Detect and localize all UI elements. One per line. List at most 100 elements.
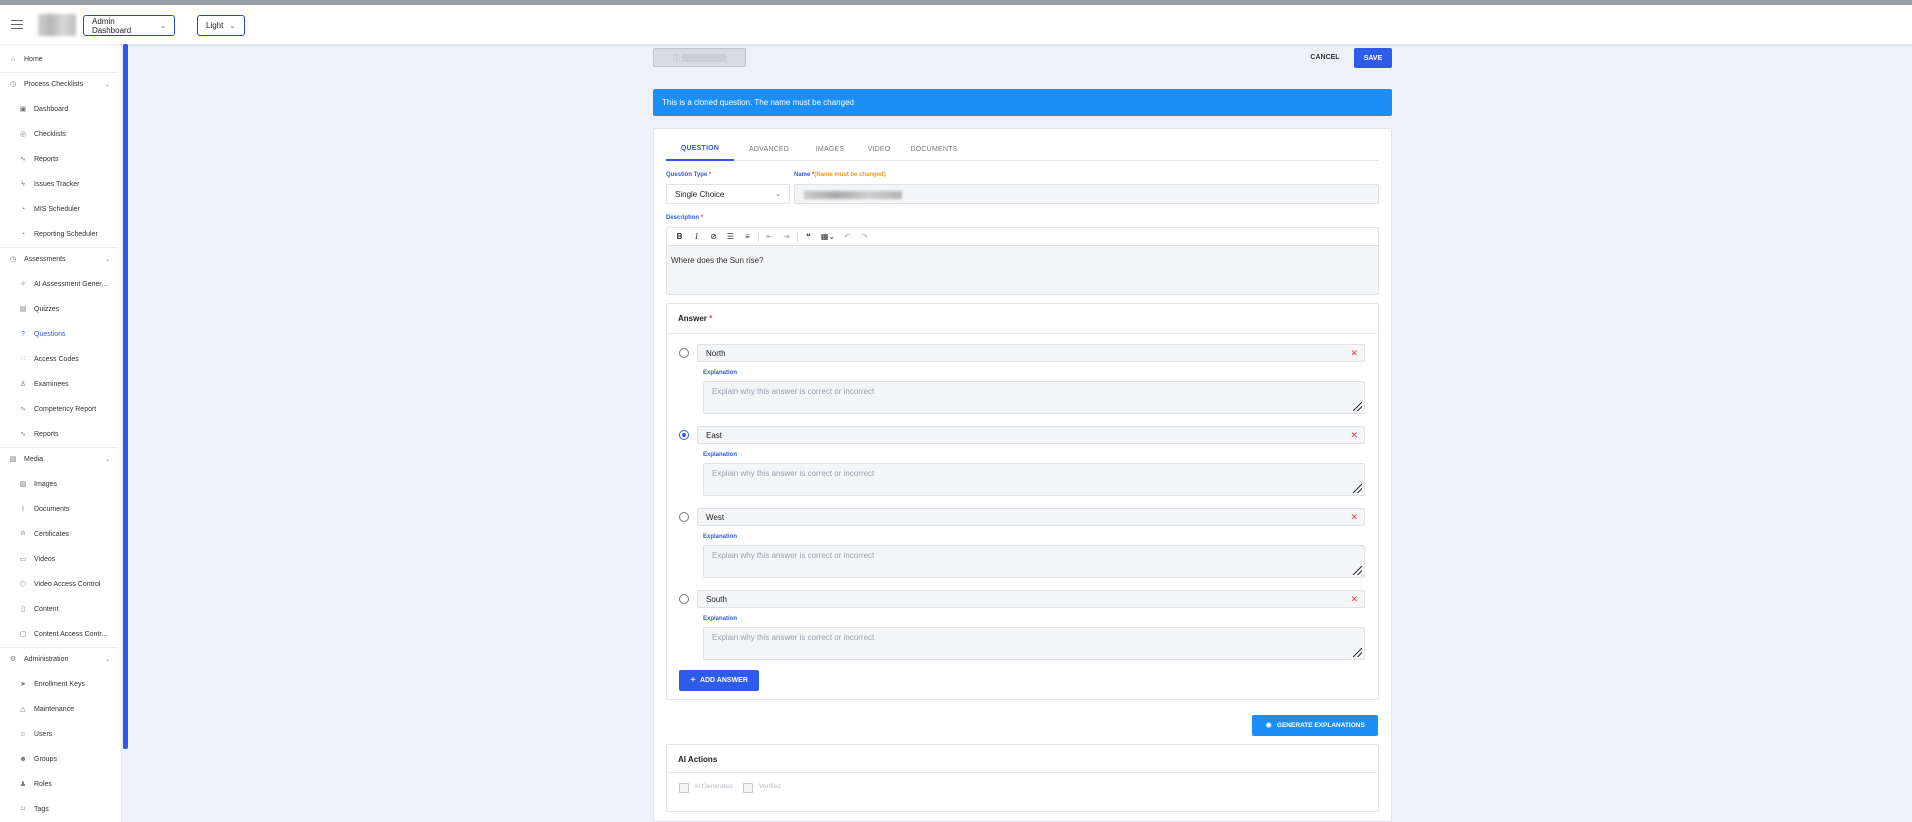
answer-radio[interactable] [679,512,689,522]
resize-handle-icon[interactable] [1353,402,1362,411]
sidebar-item-users[interactable]: ☺ Users [0,724,120,744]
theme-select[interactable]: Light ⌄ [197,15,245,36]
sidebar-item-reporting-scheduler[interactable]: ◔ Reporting Scheduler [0,224,120,244]
bold-icon[interactable]: B [671,230,688,244]
sidebar-item-roles[interactable]: ♟ Roles [0,774,120,794]
chevron-down-icon[interactable]: ⌄ [105,256,110,263]
resize-handle-icon[interactable] [1353,566,1362,575]
media-icon: ▧ [9,456,17,463]
explanation-field[interactable]: Explain why this answer is correct or in… [703,627,1365,660]
outdent-icon[interactable]: ⇤ [761,230,778,244]
question-type-select[interactable]: Single Choice ⌄ [666,184,790,204]
sidebar-item-home[interactable]: ⌂ Home [0,49,120,69]
explanation-field[interactable]: Explain why this answer is correct or in… [703,545,1365,578]
answer-radio[interactable] [679,348,689,358]
redo-icon[interactable]: ↷ [856,230,873,244]
answer-field[interactable]: South ✕ [697,590,1365,608]
sidebar-item-dashboard[interactable]: ▣ Dashboard [0,99,120,119]
remove-answer-icon[interactable]: ✕ [1350,594,1358,605]
answer-field[interactable]: East ✕ [697,426,1365,444]
sidebar-item-images[interactable]: ▨ Images [0,474,120,494]
sidebar-item-enrollment-keys[interactable]: ➤ Enrollment Keys [0,674,120,694]
sidebar-item-label: Reports [34,430,59,438]
grid-icon: ⁙ [20,356,26,363]
explanation-label: Explanation [703,616,738,622]
italic-icon[interactable]: I [688,230,705,244]
tab-question[interactable]: QUESTION [666,138,734,161]
save-button[interactable]: SAVE [1354,48,1392,68]
sidebar-item-maintenance[interactable]: △ Maintenance [0,699,120,719]
explanation-field[interactable]: Explain why this answer is correct or in… [703,463,1365,496]
bulleted-list-icon[interactable]: ☰ [722,230,739,244]
remove-answer-icon[interactable]: ✕ [1350,430,1358,441]
menu-icon[interactable] [11,20,23,29]
undo-icon[interactable]: ↶ [839,230,856,244]
verified-checkbox[interactable] [743,783,753,793]
sidebar-item-videos[interactable]: ▭ Videos [0,549,120,569]
answer-radio[interactable] [679,430,689,440]
tab-images[interactable]: IMAGES [804,138,856,161]
chevron-down-icon[interactable]: ⌄ [105,656,110,663]
link-icon[interactable]: ⊘ [705,230,722,244]
answer-field[interactable]: North ✕ [697,344,1365,362]
sidebar-item-reports[interactable]: ∿ Reports [0,424,120,444]
sidebar-item-examinees[interactable]: ♙ Examinees [0,374,120,394]
sidebar-item-content[interactable]: ▯ Content [0,599,120,619]
chevron-down-icon[interactable]: ⌄ [105,81,110,88]
sidebar-item-questions[interactable]: ? Questions [0,324,120,344]
sidebar-item-label: Documents [34,505,70,513]
home-icon: ⌂ [10,55,16,63]
description-editor[interactable]: B I ⊘ ☰ ≡ ⇤ ⇥ ❝ ▦⌄ ↶ ↷ Where does the Su… [666,227,1379,295]
name-field[interactable] [794,184,1379,204]
remove-answer-icon[interactable]: ✕ [1350,348,1358,359]
numbered-list-icon[interactable]: ≡ [739,230,756,244]
sidebar-scrollbar[interactable] [123,44,128,749]
sidebar-item-quizzes[interactable]: ▤ Quizzes [0,299,120,319]
question-icon: ? [21,330,25,338]
sidebar-item-reports[interactable]: ∿ Reports [0,149,120,169]
sidebar-item-mis-scheduler[interactable]: ◔ MIS Scheduler [0,199,120,219]
sidebar-item-label: Enrollment Keys [34,680,85,688]
sidebar-item-label: Tags [34,805,49,813]
quiz-icon: ▤ [19,306,27,313]
question-type-value: Single Choice [675,189,725,199]
quote-icon[interactable]: ❝ [800,230,817,244]
chevron-down-icon[interactable]: ⌄ [105,456,110,463]
sidebar-item-content-access-contr[interactable]: ▢ Content Access Contr... [0,624,120,644]
dashboard-select[interactable]: Admin Dashboard ⌄ [83,15,175,36]
sidebar-item-media[interactable]: ▧ Media ⌄ [0,449,120,469]
generate-explanations-button[interactable]: ✺ GENERATE EXPLANATIONS [1252,715,1378,736]
resize-handle-icon[interactable] [1353,484,1362,493]
sidebar-item-issues-tracker[interactable]: ϟ Issues Tracker [0,174,120,194]
sidebar-item-ai-assessment-gener[interactable]: ✧ AI Assessment Gener... [0,274,120,294]
remove-answer-icon[interactable]: ✕ [1350,512,1358,523]
explanation-placeholder: Explain why this answer is correct or in… [712,633,875,642]
tab-advanced[interactable]: ADVANCED [734,138,804,161]
sidebar-item-process-checklists[interactable]: ◷ Process Checklists ⌄ [0,74,120,94]
tab-documents[interactable]: DOCUMENTS [902,138,966,161]
sidebar-divider [0,247,118,248]
tag-icon: ⌑ [21,806,25,813]
sidebar-item-label: Users [34,730,53,738]
sidebar-item-documents[interactable]: ⌇ Documents [0,499,120,519]
tab-video[interactable]: VIDEO [856,138,902,161]
explanation-field[interactable]: Explain why this answer is correct or in… [703,381,1365,414]
sidebar-item-checklists[interactable]: ◎ Checklists [0,124,120,144]
answer-radio[interactable] [679,594,689,604]
table-icon[interactable]: ▦⌄ [817,230,839,244]
sidebar-item-access-codes[interactable]: ⁙ Access Codes [0,349,120,369]
sidebar-item-groups[interactable]: ☻ Groups [0,749,120,769]
resize-handle-icon[interactable] [1353,648,1362,657]
ai-generated-label: AI Generated [694,783,733,790]
sidebar-item-video-access-control[interactable]: ⬡ Video Access Control [0,574,120,594]
sidebar-item-assessments[interactable]: ◷ Assessments ⌄ [0,249,120,269]
sidebar-item-tags[interactable]: ⌑ Tags [0,799,120,819]
ai-generated-checkbox[interactable] [679,783,689,793]
answer-field[interactable]: West ✕ [697,508,1365,526]
sidebar-item-certificates[interactable]: ⍝ Certificates [0,524,120,544]
cancel-button[interactable]: CANCEL [1302,48,1348,67]
sidebar-item-competency-report[interactable]: ∿ Competency Report [0,399,120,419]
sidebar-item-administration[interactable]: ⚙ Administration ⌄ [0,649,120,669]
indent-icon[interactable]: ⇥ [778,230,795,244]
add-answer-button[interactable]: + ADD ANSWER [679,670,759,691]
